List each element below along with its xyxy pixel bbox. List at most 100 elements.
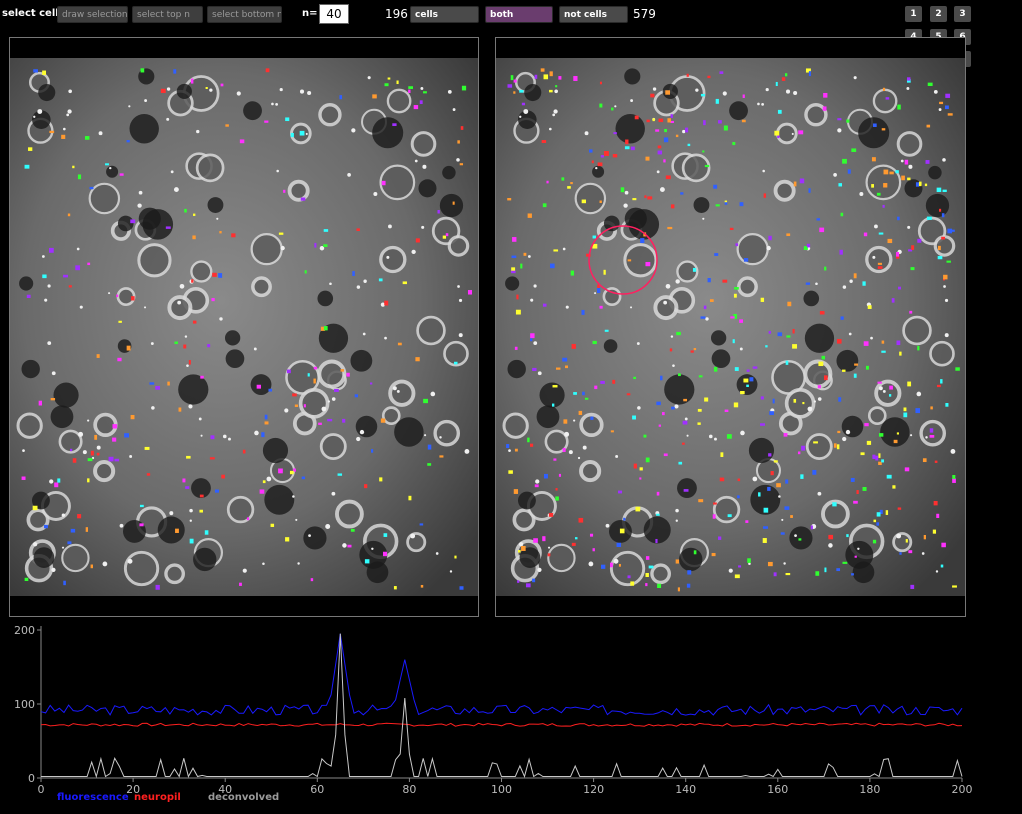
bright-puncta — [392, 386, 397, 391]
roi-marker — [532, 578, 536, 583]
roi-marker — [866, 440, 872, 445]
select-bottom-n-button[interactable]: select bottom n — [207, 6, 282, 23]
roi-marker — [692, 267, 697, 272]
bright-puncta — [173, 187, 179, 193]
roi-marker — [732, 339, 735, 344]
roi-marker — [340, 369, 345, 372]
view-button-1[interactable]: 1 — [905, 6, 922, 22]
roi-marker — [513, 79, 517, 83]
bright-puncta — [684, 417, 688, 421]
dark-soma — [928, 165, 942, 180]
roi-marker — [901, 175, 905, 181]
roi-marker — [878, 232, 884, 235]
bright-puncta — [568, 450, 573, 455]
roi-marker — [191, 279, 194, 283]
roi-marker — [860, 452, 865, 456]
roi-marker — [939, 208, 942, 212]
roi-marker — [718, 536, 722, 540]
bright-puncta — [582, 445, 587, 450]
roi-marker — [116, 294, 119, 298]
roi-marker — [96, 452, 100, 456]
cells-view-panel[interactable] — [9, 37, 479, 617]
roi-marker — [420, 584, 424, 588]
bright-puncta — [37, 109, 43, 114]
roi-marker — [952, 475, 956, 479]
bright-puncta — [588, 561, 594, 567]
roi-marker — [846, 534, 849, 538]
roi-marker — [926, 124, 931, 128]
both-button[interactable]: both — [485, 6, 553, 23]
bright-puncta — [548, 127, 552, 131]
bright-puncta — [331, 491, 336, 496]
roi-marker — [685, 127, 689, 133]
select-top-n-button[interactable]: select top n — [132, 6, 203, 23]
bright-puncta — [714, 437, 717, 441]
roi-marker — [546, 180, 549, 184]
bright-puncta — [740, 430, 745, 436]
roi-marker — [552, 385, 558, 388]
roi-marker — [542, 203, 547, 208]
roi-marker — [645, 583, 648, 587]
bright-puncta — [384, 336, 387, 340]
cell-soma — [502, 412, 529, 439]
roi-marker — [891, 298, 895, 303]
roi-marker — [38, 400, 42, 406]
roi-marker — [773, 572, 777, 577]
bright-puncta — [435, 552, 439, 555]
dark-soma — [317, 290, 334, 307]
dark-soma — [193, 547, 217, 572]
dark-soma — [524, 83, 542, 102]
cell-soma — [226, 495, 255, 524]
roi-marker — [911, 245, 915, 250]
roi-marker — [713, 502, 717, 505]
roi-marker — [770, 471, 774, 476]
bright-puncta — [817, 397, 822, 401]
roi-marker — [555, 367, 561, 370]
both-view-panel[interactable] — [495, 37, 966, 617]
roi-marker — [592, 548, 595, 552]
not-cells-button[interactable]: not cells — [559, 6, 628, 23]
roi-marker — [445, 233, 449, 237]
roi-marker — [278, 232, 284, 235]
roi-marker — [839, 249, 843, 255]
roi-marker — [785, 572, 791, 576]
roi-marker — [239, 139, 245, 144]
roi-marker — [873, 519, 877, 523]
roi-marker — [342, 418, 346, 423]
roi-marker — [382, 551, 388, 557]
select-cells-label: select cells — [2, 8, 65, 19]
roi-marker — [214, 489, 219, 493]
bright-puncta — [458, 298, 463, 303]
bright-puncta — [169, 511, 174, 516]
roi-marker — [781, 77, 786, 81]
bright-puncta — [396, 389, 400, 393]
roi-marker — [207, 344, 211, 348]
y-tick-label: 200 — [14, 624, 35, 637]
bright-puncta — [933, 89, 938, 94]
draw-selection-button[interactable]: draw selection — [57, 6, 128, 23]
roi-marker — [508, 470, 513, 474]
dark-soma — [925, 193, 950, 218]
bright-puncta — [761, 102, 765, 106]
bright-puncta — [728, 568, 733, 573]
n-input[interactable]: 40 — [319, 4, 349, 24]
bright-puncta — [356, 285, 361, 289]
roi-marker — [784, 506, 790, 510]
cells-button[interactable]: cells — [410, 6, 479, 23]
roi-marker — [645, 556, 650, 560]
roi-marker — [511, 255, 517, 258]
bright-puncta — [78, 431, 84, 437]
roi-marker — [114, 458, 120, 462]
roi-marker — [697, 422, 701, 425]
roi-marker — [907, 381, 912, 387]
roi-marker — [940, 379, 943, 384]
bright-puncta — [363, 279, 367, 283]
bright-puncta — [275, 102, 279, 106]
roi-marker — [878, 433, 884, 437]
view-button-2[interactable]: 2 — [930, 6, 947, 22]
roi-marker — [130, 219, 136, 224]
cell-soma — [406, 532, 427, 553]
view-button-3[interactable]: 3 — [954, 6, 971, 22]
bright-puncta — [828, 543, 833, 548]
roi-marker — [897, 507, 902, 510]
